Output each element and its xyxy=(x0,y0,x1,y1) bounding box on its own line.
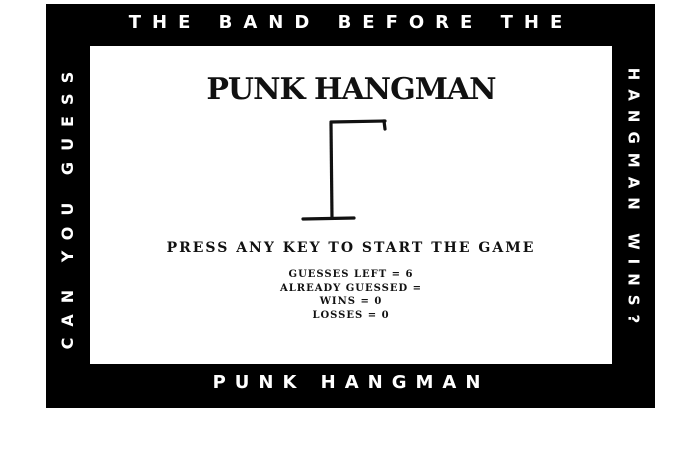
guesses-left-label: GUESSES LEFT = 6 xyxy=(288,269,414,280)
wins-label: WINS = 0 xyxy=(319,296,383,307)
border-text-left: CAN YOU GUESS xyxy=(58,60,77,350)
gallows-base xyxy=(301,216,356,221)
losses-label: LOSSES = 0 xyxy=(312,309,390,321)
border-text-bottom: PUNK HANGMAN xyxy=(212,372,490,393)
border-text-right: HANGMAN WINS? xyxy=(624,67,643,333)
gallows-rope xyxy=(382,119,387,131)
score-board: GUESSES LEFT = 6 ALREADY GUESSED = WINS … xyxy=(90,268,612,322)
gallows-beam xyxy=(329,119,387,124)
border-text-top: THE BAND BEFORE THE xyxy=(128,12,574,33)
game-title: PUNK HANGMAN xyxy=(206,72,496,107)
gallows-post xyxy=(329,121,334,220)
already-guessed-label: ALREADY GUESSED = xyxy=(279,282,423,294)
start-prompt: PRESS ANY KEY TO START THE GAME xyxy=(166,240,536,256)
gallows-icon xyxy=(301,119,387,221)
